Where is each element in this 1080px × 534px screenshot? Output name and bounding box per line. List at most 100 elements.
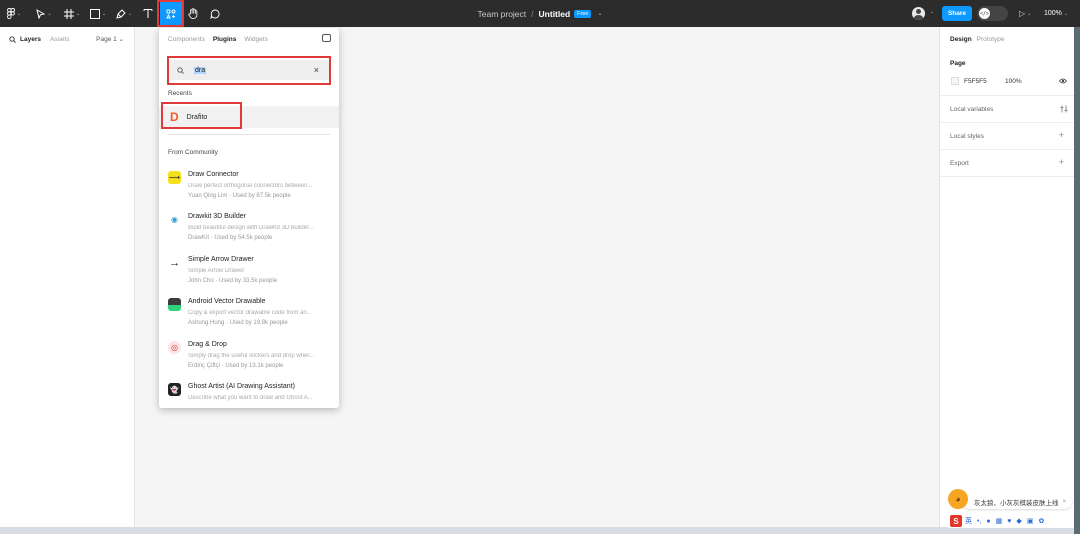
plugin-item[interactable]: 👻 Ghost Artist (AI Drawing Assistant) De… xyxy=(159,381,339,408)
plugin-description: Simple Arrow Drawer xyxy=(188,268,245,274)
divider xyxy=(940,149,1075,150)
pen-icon xyxy=(116,8,126,19)
file-name[interactable]: Untitled xyxy=(539,9,571,19)
recent-plugin-name: Drafito xyxy=(186,113,208,121)
plugin-item[interactable]: ◎ Drag & Drop Simply drag the useful sti… xyxy=(159,339,339,379)
chevron-down-icon: ⌄ xyxy=(75,10,81,17)
chevron-down-icon: ⌄ xyxy=(1063,10,1069,17)
page-selector[interactable]: Page 1 ⌄ xyxy=(96,35,124,43)
tab-design[interactable]: Design xyxy=(950,36,972,43)
pen-tool-button[interactable]: ⌄ xyxy=(114,0,134,27)
figma-logo-icon xyxy=(6,8,15,19)
page-opacity-value[interactable]: 100% xyxy=(1005,78,1022,85)
chevron-down-icon[interactable]: ⌄ xyxy=(597,10,602,17)
main-menu-button[interactable]: ⌄ xyxy=(6,0,22,27)
toolbox-icon[interactable]: ▣ xyxy=(1027,517,1034,525)
clear-search-icon[interactable]: × xyxy=(314,65,319,75)
resources-tabs: Components Plugins Widgets xyxy=(159,28,339,50)
divider xyxy=(168,134,330,135)
tab-layers[interactable]: Layers xyxy=(20,36,41,43)
plugin-item[interactable]: → Simple Arrow Drawer Simple Arrow Drawe… xyxy=(159,254,339,294)
sogou-logo-icon[interactable]: S xyxy=(950,515,962,527)
plugin-item[interactable]: ▂ Android Vector Drawable Copy & export … xyxy=(159,296,339,336)
draw-connector-icon: ⟿ xyxy=(168,171,181,184)
export-label: Export xyxy=(950,160,969,167)
feedback-icon[interactable] xyxy=(322,34,331,42)
text-tool-button[interactable] xyxy=(140,0,156,27)
right-panel: Design Prototype Page F5F5F5 100% Local … xyxy=(939,27,1075,534)
plugin-meta: Yuan Qing Lim · Used by 87.5k people xyxy=(188,193,291,199)
recent-plugin-drafito[interactable]: D Drafito xyxy=(159,106,339,128)
divider xyxy=(940,176,1075,177)
zoom-level: 100% xyxy=(1044,10,1062,17)
add-style-icon[interactable]: + xyxy=(1059,130,1064,140)
cursor-icon xyxy=(36,8,46,19)
community-label: From Community xyxy=(168,149,218,156)
breadcrumb-separator: / xyxy=(531,8,534,19)
drafito-logo-icon: D xyxy=(170,110,179,124)
page-section-label: Page xyxy=(950,60,966,67)
local-variables-label[interactable]: Local variables xyxy=(950,106,993,113)
keyboard-icon[interactable]: ▦ xyxy=(996,517,1003,525)
search-icon xyxy=(177,66,184,74)
eye-icon[interactable] xyxy=(1059,78,1067,84)
tab-prototype[interactable]: Prototype xyxy=(977,36,1005,43)
comment-icon xyxy=(210,9,220,19)
rectangle-icon xyxy=(89,8,100,19)
close-icon[interactable]: × xyxy=(1063,498,1067,505)
plugin-meta: DrawKit · Used by 54.5k people xyxy=(188,235,273,241)
page-color-swatch[interactable] xyxy=(951,77,959,85)
tab-widgets[interactable]: Widgets xyxy=(244,36,267,43)
ime-mode[interactable]: 英 xyxy=(965,516,972,526)
skin-icon[interactable]: ♥ xyxy=(1007,518,1011,525)
zoom-dropdown[interactable]: 100% ⌄ xyxy=(1044,0,1068,27)
plugin-description: Describe what you want to draw and Ghost… xyxy=(188,395,313,401)
page-color-value[interactable]: F5F5F5 xyxy=(964,78,987,85)
search-icon[interactable] xyxy=(9,35,16,43)
plugin-meta: Ashung Hung · Used by 19.8k people xyxy=(188,320,288,326)
text-icon xyxy=(143,9,153,18)
plugin-item[interactable]: ⟿ Draw Connector Draw perfect orthogonal… xyxy=(159,169,339,209)
arrow-right-icon: → xyxy=(169,256,180,269)
plugin-search-input[interactable]: dra × xyxy=(169,60,329,80)
user-avatar[interactable] xyxy=(912,7,925,20)
ime-toolbar[interactable]: S 英 •, ● ▦ ♥ ◆ ▣ ✿ xyxy=(948,514,1074,528)
plugin-description: Draw perfect orthogonal connectors betwe… xyxy=(188,183,313,189)
resources-popover: Components Plugins Widgets dra × Recents… xyxy=(159,28,339,408)
hand-icon xyxy=(188,8,198,19)
gamepad-icon[interactable]: ◆ xyxy=(1016,517,1021,525)
share-button[interactable]: Share xyxy=(942,6,972,21)
tab-plugins[interactable]: Plugins xyxy=(213,36,236,43)
play-icon: ▷ xyxy=(1019,9,1026,18)
ime-notification[interactable]: 灰太狼、小灰灰棋装皮肤上线 × xyxy=(962,494,1072,509)
plugin-item[interactable]: ◉ Drawkit 3D Builder Build beautiful des… xyxy=(159,211,339,251)
project-name[interactable]: Team project xyxy=(477,9,526,19)
punctuation-icon[interactable]: •, xyxy=(977,518,981,525)
android-icon: ▂ xyxy=(168,298,181,311)
frame-tool-button[interactable]: ⌄ xyxy=(62,0,82,27)
settings-icon[interactable]: ✿ xyxy=(1038,517,1044,525)
chevron-down-icon: ⌄ xyxy=(127,10,133,17)
tab-components[interactable]: Components xyxy=(168,36,205,43)
plugin-meta: John Cho · Used by 33.5k people xyxy=(188,278,278,284)
hand-tool-button[interactable] xyxy=(186,0,200,27)
sliders-icon[interactable] xyxy=(1060,105,1068,113)
ime-mascot-icon[interactable]: ◕ xyxy=(948,489,968,509)
chevron-down-icon[interactable]: ⌄ xyxy=(930,9,934,15)
left-panel-tabs: Layers Assets Page 1 ⌄ xyxy=(0,27,134,51)
file-title-area[interactable]: Team project / Untitled Free ⌄ xyxy=(440,0,640,27)
plugin-name: Ghost Artist (AI Drawing Assistant) xyxy=(188,383,295,390)
move-tool-button[interactable]: ⌄ xyxy=(34,0,54,27)
dev-mode-toggle[interactable]: </> xyxy=(977,6,1008,21)
present-button[interactable]: ▷ ⌄ xyxy=(1019,0,1031,27)
search-query[interactable]: dra xyxy=(194,66,207,74)
add-export-icon[interactable]: + xyxy=(1059,157,1064,167)
top-toolbar: ⌄ ⌄ ⌄ ⌄ ⌄ Team project / Untitled Free ⌄… xyxy=(0,0,1080,27)
comment-tool-button[interactable] xyxy=(208,0,222,27)
microphone-icon[interactable]: ● xyxy=(986,518,990,525)
tab-assets[interactable]: Assets xyxy=(50,36,70,43)
shape-tool-button[interactable]: ⌄ xyxy=(88,0,108,27)
resources-tool-button[interactable] xyxy=(160,0,182,27)
plugin-description: Copy & export vector drawable code from … xyxy=(188,310,312,316)
chevron-down-icon: ⌄ xyxy=(101,10,107,17)
